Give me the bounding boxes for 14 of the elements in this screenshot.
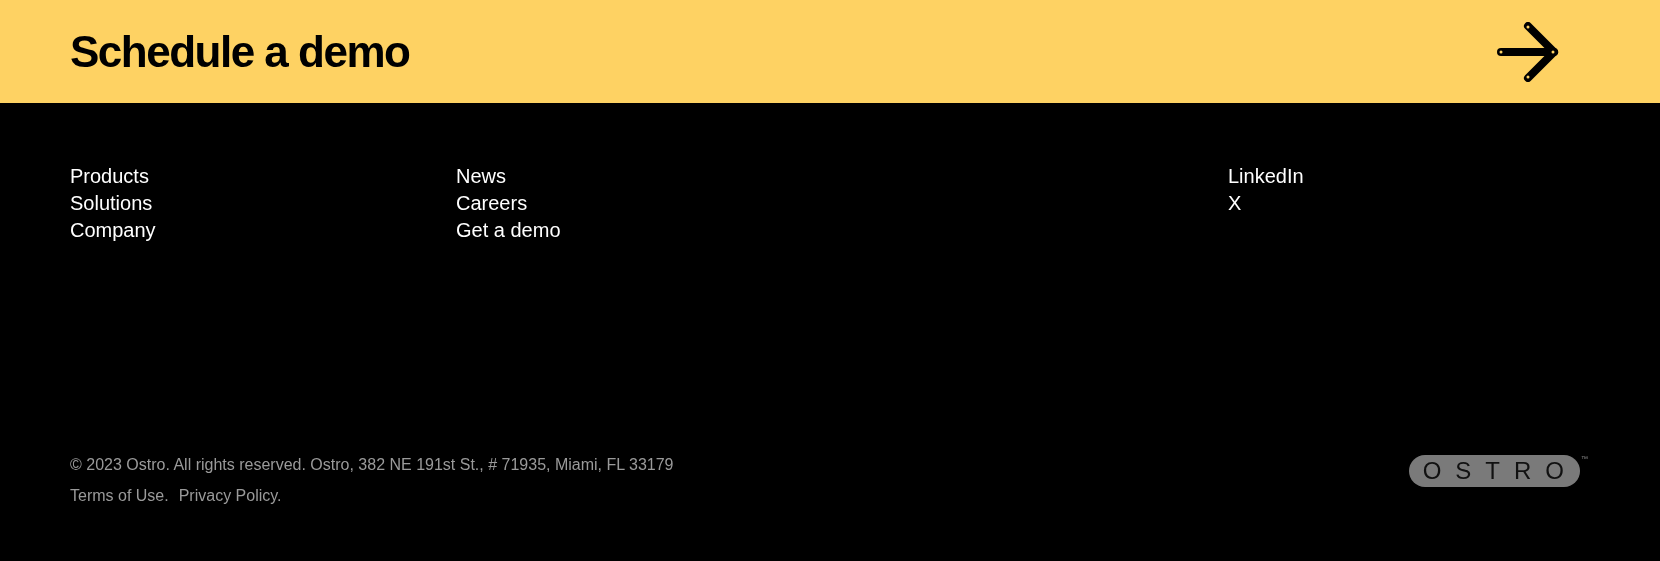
arrow-icon[interactable] bbox=[1496, 21, 1560, 82]
copyright-text: © 2023 Ostro. All rights reserved. Ostro, 382 NE 191st St., # 71935, Miami, FL 33179 bbox=[70, 455, 674, 475]
banner-title: Schedule a demo bbox=[70, 26, 410, 77]
legal-link[interactable]: Terms of Use. bbox=[70, 486, 169, 506]
footer-link[interactable]: Get a demo bbox=[456, 217, 561, 244]
legal-link[interactable]: Privacy Policy. bbox=[178, 486, 282, 506]
footer-link[interactable]: News bbox=[456, 163, 506, 190]
footer-link[interactable]: Careers bbox=[456, 190, 528, 217]
footer-link[interactable]: Solutions bbox=[70, 190, 153, 217]
footer-link[interactable]: LinkedIn bbox=[1228, 163, 1304, 190]
footer-link[interactable]: Products bbox=[70, 163, 149, 190]
footer-link[interactable]: X bbox=[1228, 190, 1242, 217]
logo: OSTRO bbox=[1408, 455, 1580, 487]
footer-link[interactable]: Company bbox=[70, 217, 156, 244]
